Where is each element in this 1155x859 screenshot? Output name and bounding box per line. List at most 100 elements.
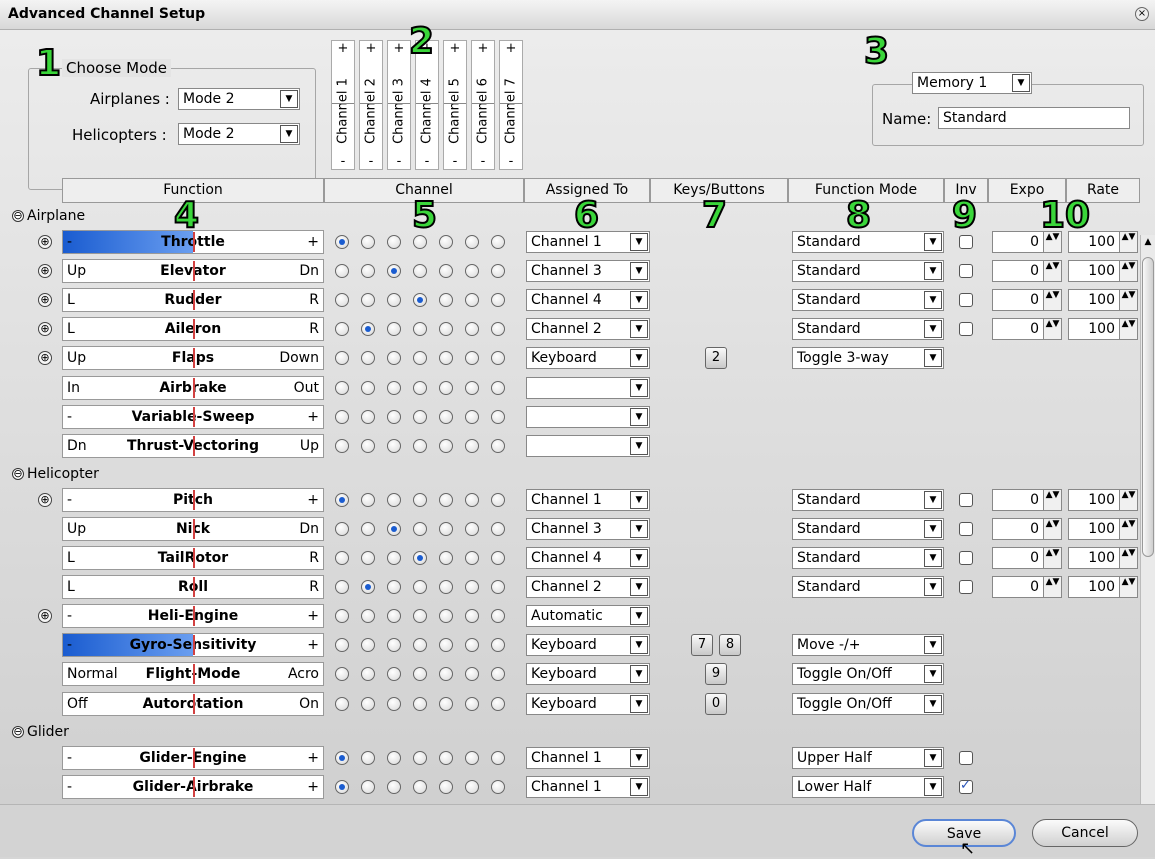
memory-name-input[interactable]: Standard: [938, 107, 1130, 129]
assigned-to-select[interactable]: Keyboard ▼: [526, 663, 650, 686]
channel-radio[interactable]: [387, 696, 401, 711]
function-mode-select[interactable]: Standard ▼: [792, 231, 944, 253]
expo-spinner[interactable]: 0 ▲▼: [992, 260, 1062, 283]
channel-radio[interactable]: [439, 696, 453, 711]
function-slider[interactable]: DnThrust-VectoringUp: [62, 433, 324, 458]
channel-radio[interactable]: [439, 551, 453, 565]
assigned-to-select[interactable]: Automatic ▼: [526, 605, 650, 628]
channel-radio[interactable]: [465, 380, 479, 395]
expo-spinner[interactable]: 0 ▲▼: [992, 488, 1062, 511]
rate-spinner[interactable]: 100 ▲▼: [1068, 488, 1138, 511]
section-header[interactable]: ⊖ Helicopter: [12, 466, 99, 482]
channel-radio[interactable]: [413, 667, 427, 682]
channel-radio[interactable]: [491, 293, 505, 308]
channel-radio[interactable]: [465, 492, 479, 507]
invert-checkbox[interactable]: [959, 293, 973, 308]
channel-radio[interactable]: [387, 521, 401, 536]
channel-radio[interactable]: [439, 235, 453, 249]
channel-radio[interactable]: [413, 409, 427, 424]
channel-radio[interactable]: [335, 521, 349, 536]
channel-radio[interactable]: [335, 264, 349, 279]
invert-checkbox[interactable]: [959, 551, 973, 565]
channel-radio[interactable]: [387, 322, 401, 337]
rate-spinner[interactable]: 100 ▲▼: [1068, 231, 1138, 253]
function-slider[interactable]: UpNickDn: [62, 516, 324, 541]
assigned-to-select[interactable]: Channel 1 ▼: [526, 231, 650, 253]
key-button[interactable]: 7: [691, 634, 713, 657]
spin-arrows-icon[interactable]: ▲▼: [1043, 319, 1061, 340]
channel-radio[interactable]: [361, 351, 375, 366]
channel-radio[interactable]: [335, 409, 349, 424]
expand-icon[interactable]: ⊕: [38, 322, 52, 337]
assigned-to-select[interactable]: Channel 4 ▼: [526, 547, 650, 569]
channel-radio[interactable]: [439, 438, 453, 453]
section-header[interactable]: ⊖ Airplane: [12, 208, 85, 224]
channel-radio[interactable]: [439, 580, 453, 595]
channel-radio[interactable]: [465, 609, 479, 624]
spin-arrows-icon[interactable]: ▲▼: [1043, 261, 1061, 282]
spin-arrows-icon[interactable]: ▲▼: [1043, 548, 1061, 568]
assigned-to-select[interactable]: ▼: [526, 434, 650, 457]
channel-radio[interactable]: [361, 293, 375, 308]
assigned-to-select[interactable]: Channel 1 ▼: [526, 488, 650, 511]
channel-radio[interactable]: [491, 264, 505, 279]
collapse-icon[interactable]: ⊖: [12, 725, 24, 738]
channel-radio[interactable]: [465, 409, 479, 424]
channel-radio[interactable]: [439, 609, 453, 624]
channel-radio[interactable]: [413, 521, 427, 536]
channel-radio[interactable]: [361, 779, 375, 794]
airplanes-mode-select[interactable]: Mode 2 ▼: [178, 88, 300, 110]
channel-radio[interactable]: [361, 492, 375, 507]
spin-arrows-icon[interactable]: ▲▼: [1043, 290, 1061, 311]
channel-radio[interactable]: [491, 696, 505, 711]
channel-radio[interactable]: [361, 438, 375, 453]
function-mode-select[interactable]: Toggle On/Off ▼: [792, 663, 944, 686]
spin-arrows-icon[interactable]: ▲▼: [1043, 232, 1061, 252]
function-slider[interactable]: -Throttle+: [62, 230, 324, 254]
channel-radio[interactable]: [439, 351, 453, 366]
assigned-to-select[interactable]: Channel 2 ▼: [526, 576, 650, 599]
channel-radio[interactable]: [491, 409, 505, 424]
channel-radio[interactable]: [413, 438, 427, 453]
channel-radio[interactable]: [387, 264, 401, 279]
channel-radio[interactable]: [413, 351, 427, 366]
channel-radio[interactable]: [387, 492, 401, 507]
expand-icon[interactable]: ⊕: [38, 235, 52, 249]
function-slider[interactable]: -Variable-Sweep+: [62, 404, 324, 429]
assigned-to-select[interactable]: Channel 1 ▼: [526, 775, 650, 798]
channel-radio[interactable]: [387, 293, 401, 308]
function-slider[interactable]: LAileronR: [62, 317, 324, 342]
channel-radio[interactable]: [465, 779, 479, 794]
channel-radio[interactable]: [361, 380, 375, 395]
channel-radio[interactable]: [439, 380, 453, 395]
channel-radio[interactable]: [335, 380, 349, 395]
function-slider[interactable]: NormalFlight-ModeAcro: [62, 662, 324, 687]
channel-radio[interactable]: [413, 264, 427, 279]
channel-radio[interactable]: [361, 235, 375, 249]
invert-checkbox[interactable]: [959, 750, 973, 765]
channel-radio[interactable]: [387, 235, 401, 249]
assigned-to-select[interactable]: Channel 3 ▼: [526, 517, 650, 540]
channel-radio[interactable]: [491, 521, 505, 536]
function-slider[interactable]: -Pitch+: [62, 487, 324, 512]
channel-radio[interactable]: [361, 521, 375, 536]
rate-spinner[interactable]: 100 ▲▼: [1068, 318, 1138, 341]
collapse-icon[interactable]: ⊖: [12, 467, 24, 480]
channel-radio[interactable]: [439, 638, 453, 653]
expand-icon[interactable]: ⊕: [38, 351, 52, 366]
function-slider[interactable]: InAirbrakeOut: [62, 375, 324, 400]
channel-radio[interactable]: [491, 750, 505, 765]
channel-radio[interactable]: [491, 492, 505, 507]
invert-checkbox[interactable]: [959, 521, 973, 536]
invert-checkbox[interactable]: [959, 580, 973, 595]
channel-radio[interactable]: [335, 779, 349, 794]
channel-radio[interactable]: [439, 521, 453, 536]
channel-radio[interactable]: [491, 438, 505, 453]
invert-checkbox[interactable]: [959, 778, 973, 794]
scrollbar-thumb[interactable]: [1142, 257, 1154, 557]
channel-radio[interactable]: [413, 492, 427, 507]
channel-radio[interactable]: [439, 779, 453, 794]
rate-spinner[interactable]: 100 ▲▼: [1068, 260, 1138, 283]
spin-arrows-icon[interactable]: ▲▼: [1119, 232, 1137, 252]
rate-spinner[interactable]: 100 ▲▼: [1068, 576, 1138, 599]
